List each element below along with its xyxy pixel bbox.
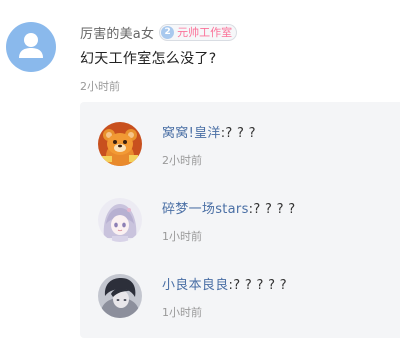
reply-text: 窝窝!皇洋:? ? ? — [162, 122, 256, 141]
reply-content: ? ? ? ? ? — [233, 278, 287, 293]
reply-item: 窝窝!皇洋:? ? ? 2小时前 — [80, 122, 400, 192]
post-author-line: 厉害的美a女 2 元帅工作室 — [80, 22, 238, 42]
reply-content: ? ? ? ? — [253, 202, 296, 217]
reply-text: 小良本良良:? ? ? ? ? — [162, 274, 287, 293]
orange-bear-avatar — [98, 122, 142, 166]
fan-badge[interactable]: 2 元帅工作室 — [159, 23, 238, 41]
reply-author[interactable]: 碎梦一场stars — [162, 202, 249, 217]
reply-list: 窝窝!皇洋:? ? ? 2小时前 碎梦一场stars:? ? ? ? 1小时前 — [80, 102, 400, 338]
avatar[interactable] — [6, 22, 56, 72]
dark-hair-avatar — [98, 274, 142, 318]
reply-author[interactable]: 窝窝!皇洋 — [162, 126, 221, 141]
post-author[interactable]: 厉害的美a女 — [80, 23, 154, 42]
avatar[interactable] — [98, 198, 142, 242]
reply-item: 碎梦一场stars:? ? ? ? 1小时前 — [80, 198, 400, 268]
default-user-icon — [19, 33, 43, 58]
reply-author[interactable]: 小良本良良 — [162, 278, 229, 293]
reply-time: 2小时前 — [162, 154, 202, 167]
reply-item: 小良本良良:? ? ? ? ? 1小时前 — [80, 274, 400, 344]
avatar[interactable] — [98, 122, 142, 166]
avatar[interactable] — [98, 274, 142, 318]
reply-content: ? ? ? — [225, 126, 256, 141]
post-content: 幻天工作室怎么没了? — [80, 51, 217, 67]
anime-girl-avatar — [98, 198, 142, 242]
reply-time: 1小时前 — [162, 230, 202, 243]
reply-time: 1小时前 — [162, 306, 202, 319]
badge-label: 元帅工作室 — [177, 26, 233, 39]
post-time: 2小时前 — [80, 80, 120, 93]
badge-level: 2 — [161, 25, 175, 39]
reply-text: 碎梦一场stars:? ? ? ? — [162, 198, 295, 217]
